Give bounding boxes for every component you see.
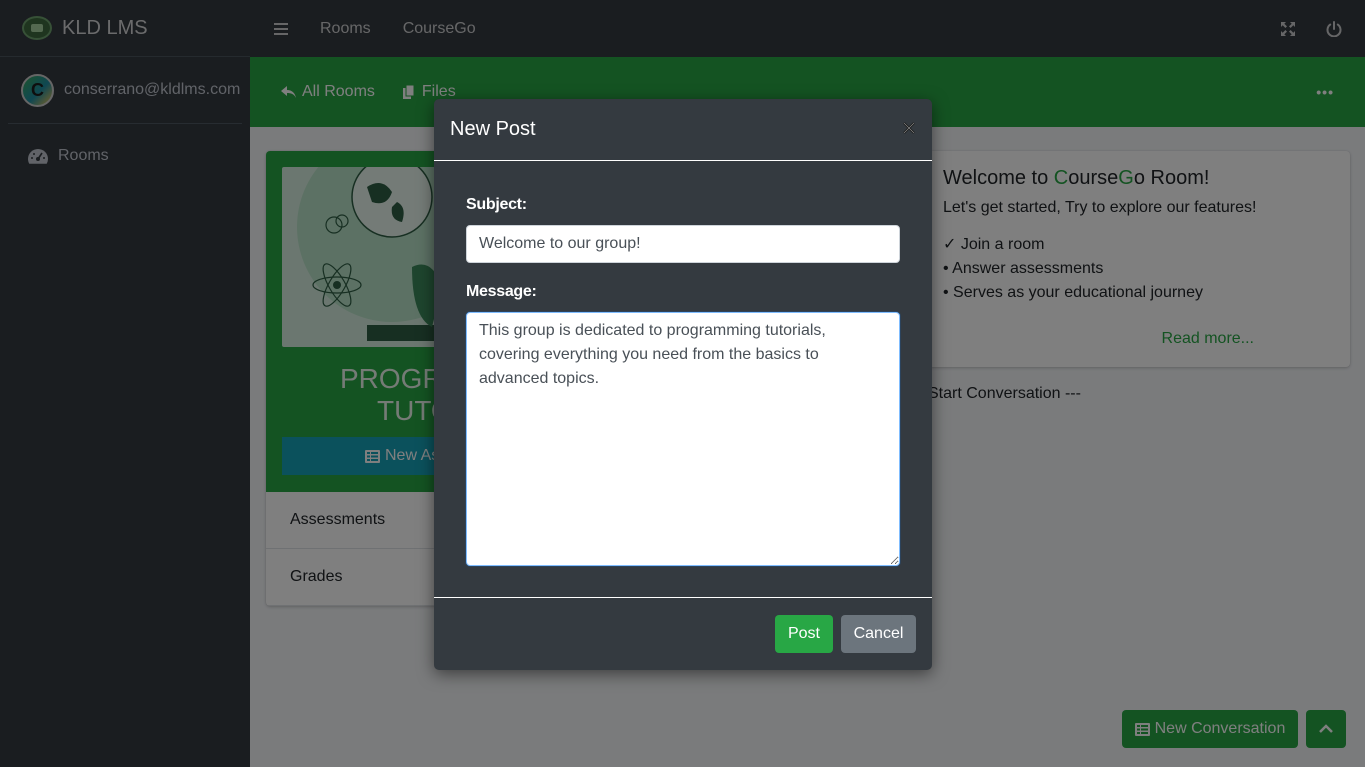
modal-title: New Post xyxy=(450,118,536,140)
subject-input[interactable] xyxy=(466,225,900,263)
modal-footer: Post Cancel xyxy=(434,598,932,669)
post-button[interactable]: Post xyxy=(775,614,833,653)
cancel-button[interactable]: Cancel xyxy=(841,614,916,653)
new-post-modal: New Post Subject: Message: This group is… xyxy=(434,99,932,670)
close-icon[interactable] xyxy=(902,121,916,135)
modal-header: New Post xyxy=(434,99,932,161)
message-label: Message: xyxy=(466,283,537,300)
modal-body: Subject: Message: This group is dedicate… xyxy=(434,161,932,598)
subject-label: Subject: xyxy=(466,196,527,213)
message-textarea[interactable]: This group is dedicated to programming t… xyxy=(466,312,900,566)
